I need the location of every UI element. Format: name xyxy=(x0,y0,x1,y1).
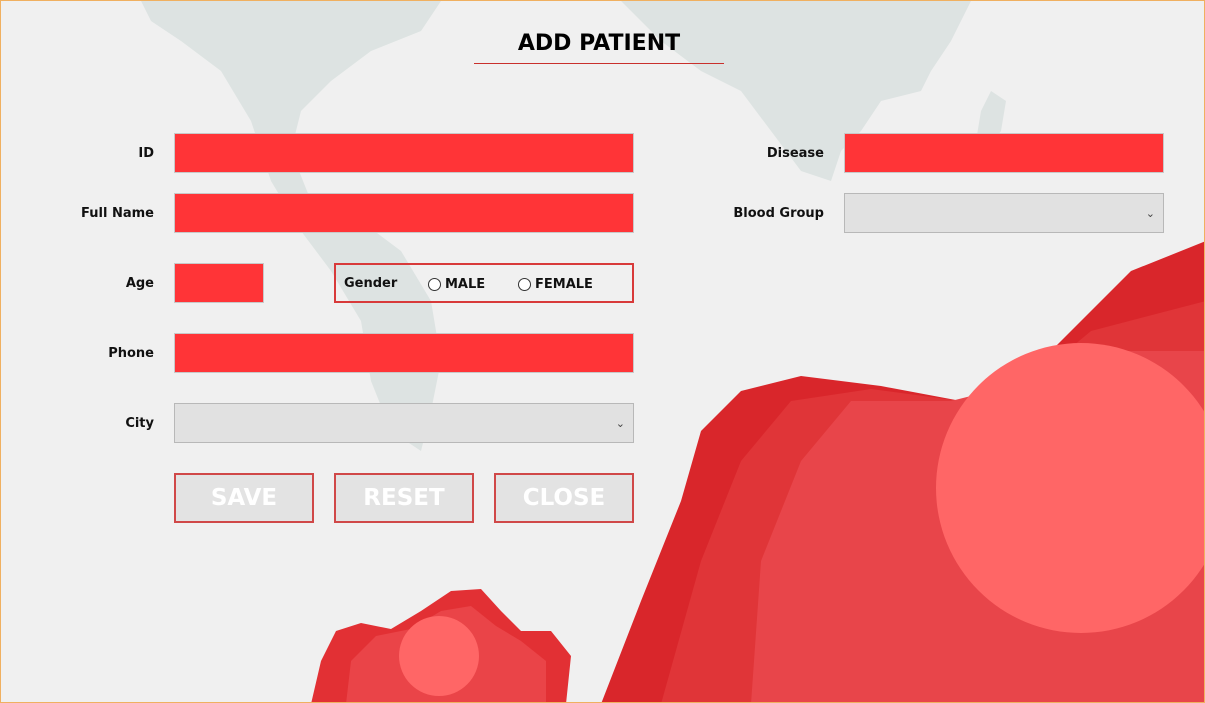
city-select[interactable]: ⌄ xyxy=(174,403,634,443)
add-patient-window: ADD PATIENT ID Full Name Age Gender MALE… xyxy=(0,0,1205,703)
bloodgroup-label: Blood Group xyxy=(733,206,824,221)
phone-input[interactable] xyxy=(174,333,634,373)
chevron-down-icon[interactable]: ⌄ xyxy=(616,417,625,430)
bloodgroup-select[interactable]: ⌄ xyxy=(844,193,1164,233)
gender-female-label: FEMALE xyxy=(535,277,593,292)
chevron-down-icon[interactable]: ⌄ xyxy=(1146,207,1155,220)
phone-label: Phone xyxy=(108,346,154,361)
fullname-label: Full Name xyxy=(81,206,154,221)
age-input[interactable] xyxy=(174,263,264,303)
city-label: City xyxy=(125,416,154,431)
gender-male-label: MALE xyxy=(445,277,486,292)
fullname-input[interactable] xyxy=(174,193,634,233)
disease-input[interactable] xyxy=(844,133,1164,173)
reset-button[interactable]: RESET xyxy=(334,473,474,523)
page-title: ADD PATIENT xyxy=(517,31,681,56)
gender-female-radio[interactable]: FEMALE xyxy=(518,277,593,292)
gender-label: Gender xyxy=(344,276,398,291)
id-input[interactable] xyxy=(174,133,634,173)
title-underline xyxy=(474,63,724,64)
radio-circle-icon[interactable] xyxy=(518,278,531,291)
radio-circle-icon[interactable] xyxy=(428,278,441,291)
save-button[interactable]: SAVE xyxy=(174,473,314,523)
id-label: ID xyxy=(138,146,154,161)
close-button[interactable]: CLOSE xyxy=(494,473,634,523)
gender-group: Gender MALE FEMALE xyxy=(334,263,634,303)
gender-male-radio[interactable]: MALE xyxy=(428,277,485,292)
age-label: Age xyxy=(125,276,154,291)
disease-label: Disease xyxy=(766,146,824,161)
